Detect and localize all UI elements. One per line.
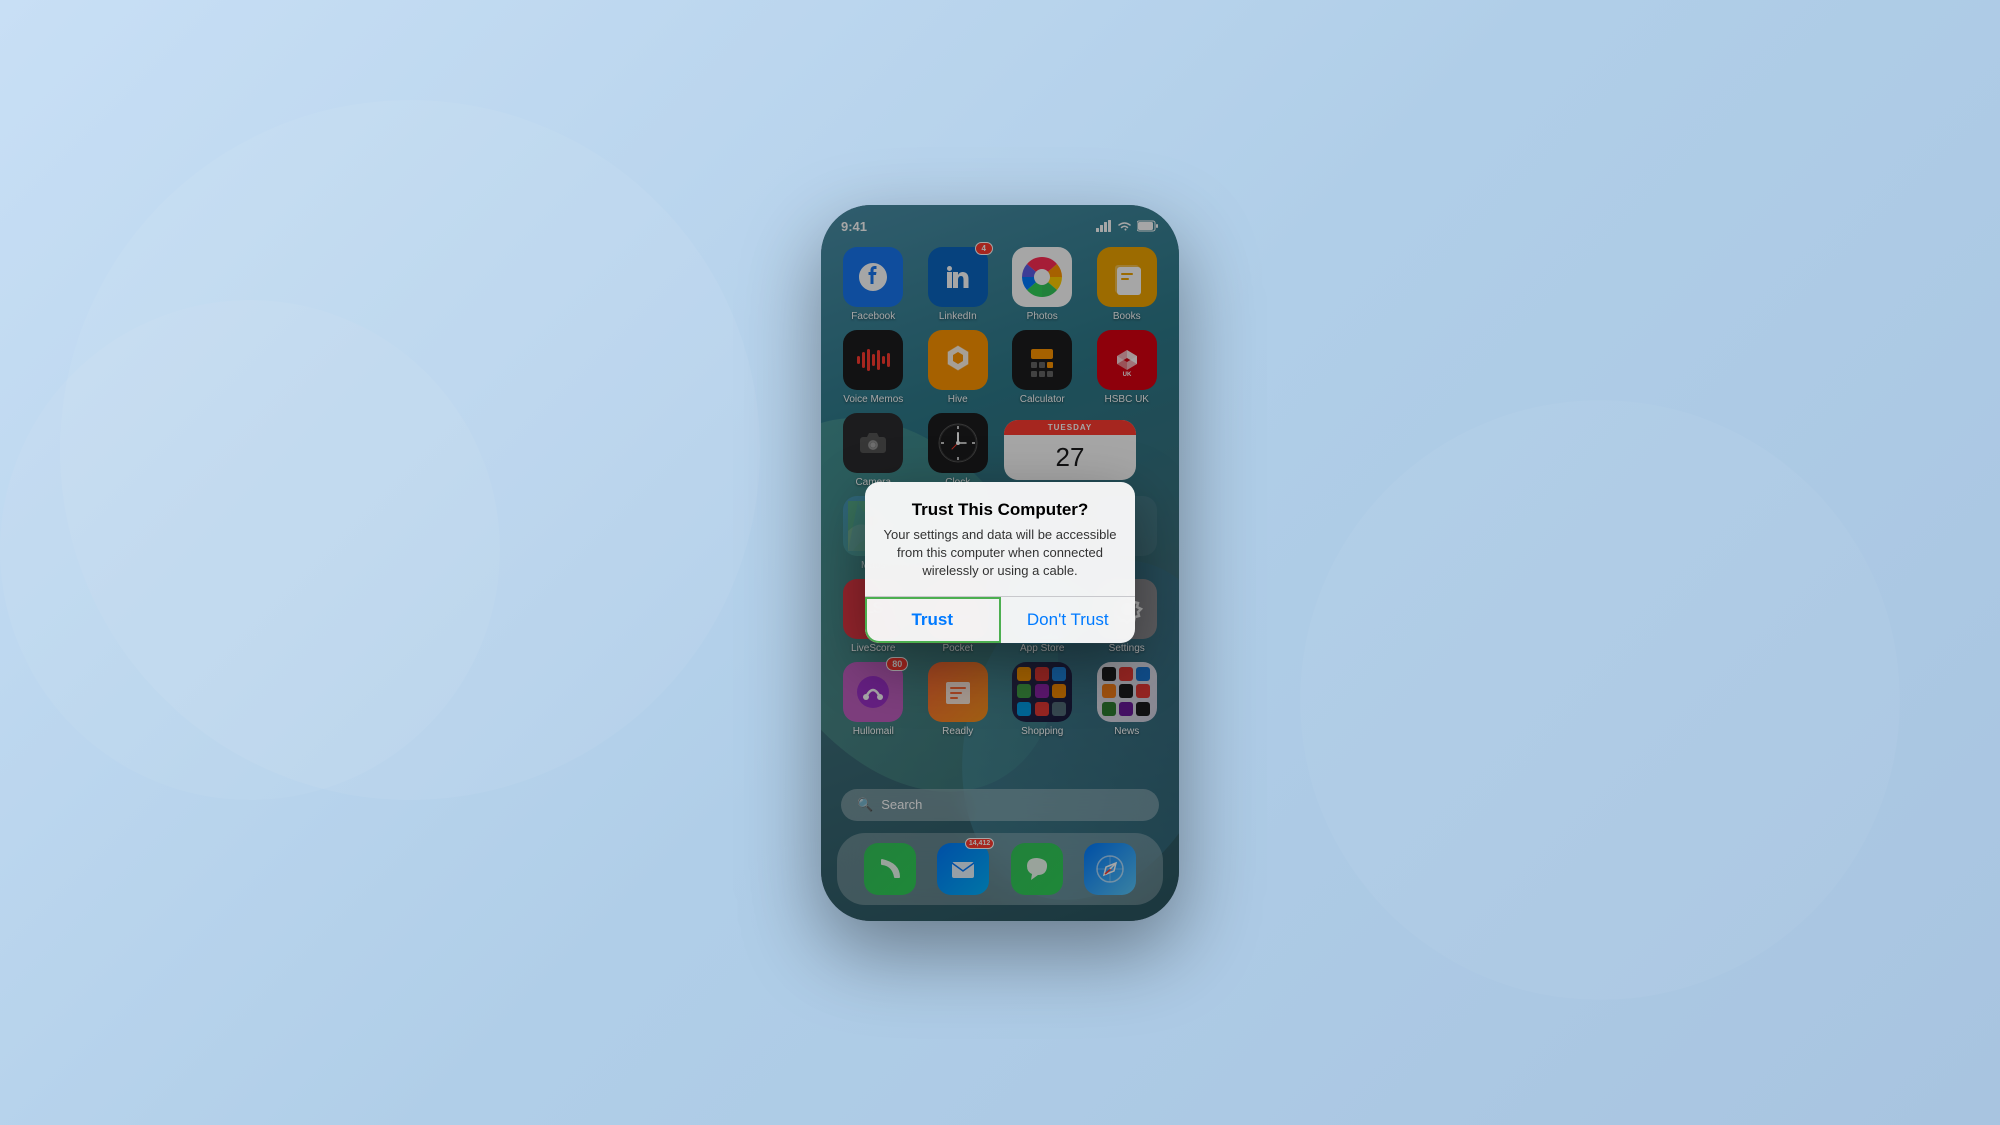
trust-button[interactable]: Trust	[865, 597, 1001, 643]
dialog-overlay: Trust This Computer? Your settings and d…	[821, 205, 1179, 921]
trust-dialog: Trust This Computer? Your settings and d…	[865, 482, 1135, 644]
dont-trust-button[interactable]: Don't Trust	[1001, 597, 1136, 643]
trust-dialog-buttons: Trust Don't Trust	[865, 596, 1135, 643]
phone-screen: 9:41	[821, 205, 1179, 921]
trust-dialog-content: Trust This Computer? Your settings and d…	[865, 482, 1135, 581]
trust-dialog-body: Your settings and data will be accessibl…	[881, 526, 1119, 581]
trust-dialog-title: Trust This Computer?	[881, 500, 1119, 520]
phone-frame: 9:41	[821, 205, 1179, 921]
